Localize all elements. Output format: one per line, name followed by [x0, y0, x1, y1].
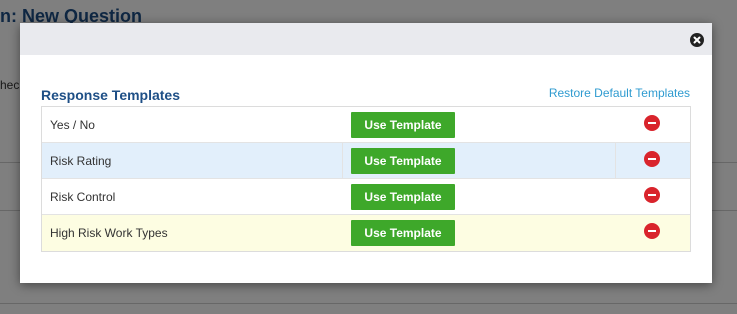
restore-default-templates-link[interactable]: Restore Default Templates	[549, 86, 690, 100]
template-name: Risk Rating	[50, 154, 112, 168]
column-separator	[342, 143, 343, 179]
remove-icon[interactable]	[644, 223, 660, 239]
use-template-button[interactable]: Use Template	[351, 148, 455, 174]
use-template-button[interactable]: Use Template	[351, 220, 455, 246]
template-name: Yes / No	[50, 118, 95, 132]
table-row: Risk Rating Use Template	[42, 143, 690, 179]
table-row: Risk Control Use Template	[42, 179, 690, 215]
template-name: High Risk Work Types	[50, 226, 168, 240]
use-template-button[interactable]: Use Template	[351, 184, 455, 210]
row-divider	[42, 214, 690, 215]
remove-icon[interactable]	[644, 151, 660, 167]
row-divider	[42, 178, 690, 179]
response-templates-modal: Response Templates Restore Default Templ…	[20, 23, 712, 283]
use-template-button[interactable]: Use Template	[351, 112, 455, 138]
row-divider	[42, 142, 690, 143]
close-icon[interactable]	[690, 33, 704, 47]
column-separator	[615, 143, 616, 179]
templates-table: Yes / No Use Template Risk Rating Use Te…	[41, 106, 691, 252]
remove-icon[interactable]	[644, 187, 660, 203]
table-row: Yes / No Use Template	[42, 107, 690, 143]
modal-header	[20, 23, 712, 55]
table-row: High Risk Work Types Use Template	[42, 215, 690, 251]
template-name: Risk Control	[50, 190, 116, 204]
remove-icon[interactable]	[644, 115, 660, 131]
section-title: Response Templates	[41, 87, 181, 103]
